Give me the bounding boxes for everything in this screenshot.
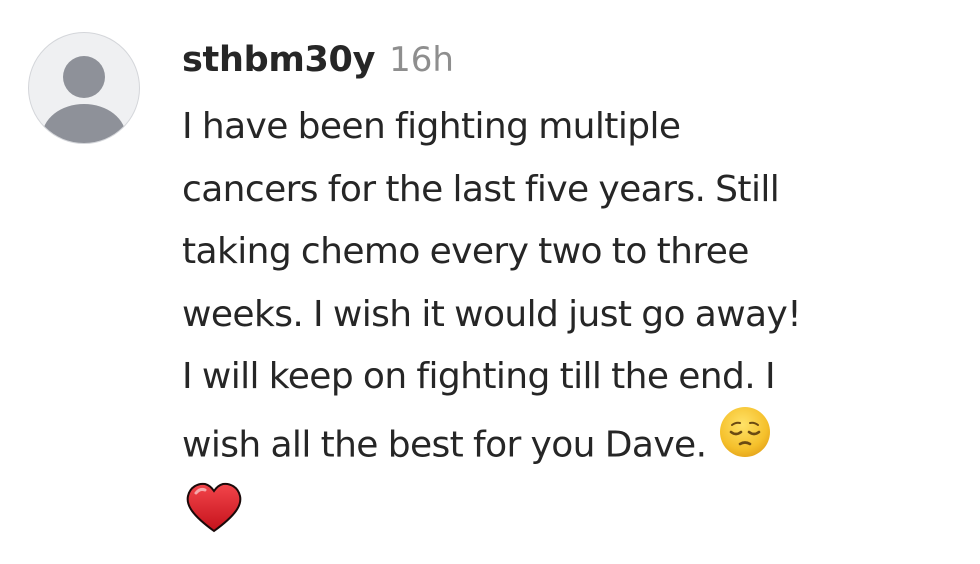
comment: sthbm30y 16h I have been fighting multip… — [182, 40, 972, 558]
avatar[interactable] — [28, 32, 140, 144]
red-heart-icon — [184, 481, 244, 556]
comment-line: taking chemo every two to three — [182, 231, 749, 272]
comment-line: cancers for the last five years. Still — [182, 168, 780, 210]
comment-line: weeks. I wish it would just go away! — [182, 293, 802, 335]
default-profile-icon — [42, 56, 126, 143]
comment-line-heart — [182, 481, 972, 558]
username[interactable]: sthbm30y — [182, 40, 375, 80]
comment-line-text: wish all the best for you Dave. — [182, 423, 707, 465]
comment-text: I have been fighting multiple cancers fo… — [182, 96, 972, 558]
comment-line: I have been fighting multiple — [182, 106, 681, 147]
pensive-face-icon — [718, 405, 772, 480]
comment-header: sthbm30y 16h — [182, 40, 972, 96]
comment-line-last: wish all the best for you Dave. — [182, 406, 972, 484]
comment-line: I will keep on fighting till the end. I — [182, 356, 776, 397]
timestamp[interactable]: 16h — [389, 40, 454, 80]
